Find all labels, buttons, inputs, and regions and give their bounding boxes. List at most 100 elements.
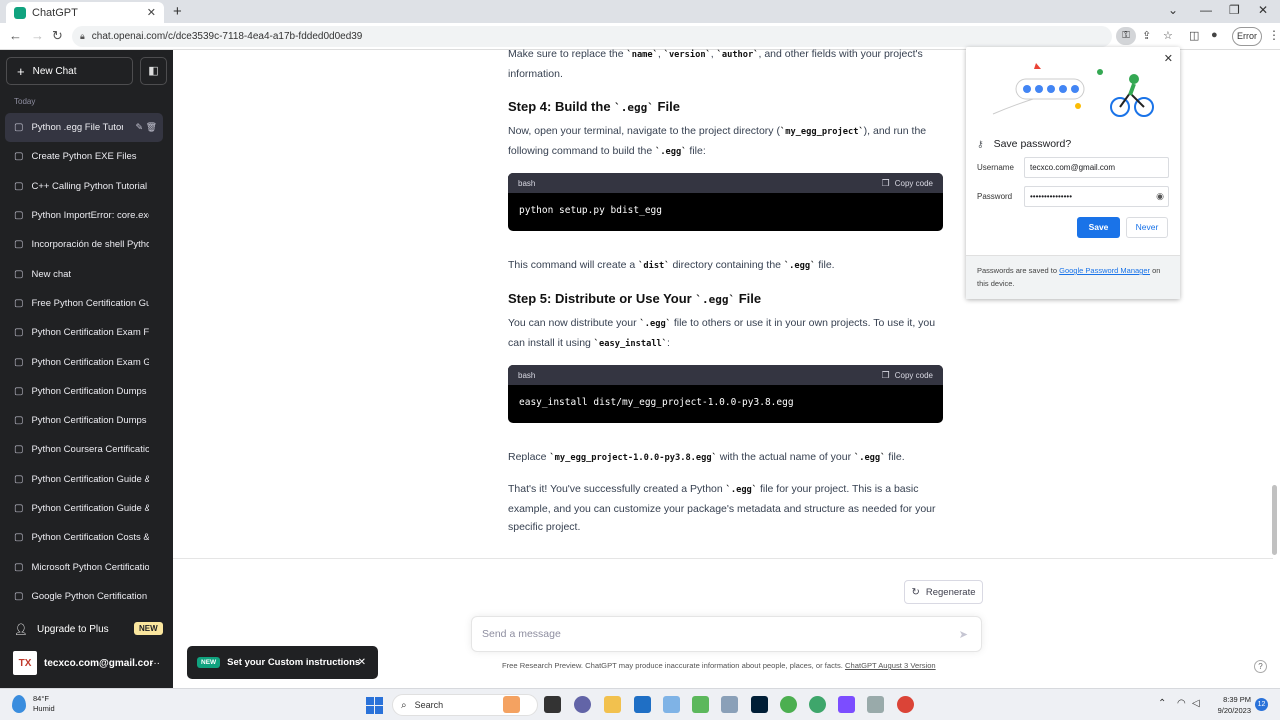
password-key-icon[interactable]: ⚿ [1116,27,1136,45]
sidebar-chat-item[interactable]: ▢ Create Python EXE Files [5,142,163,171]
inline-code: `dist` [638,261,670,271]
paragraph-conclusion: That's it! You've successfully created a… [508,480,948,537]
browser-tab[interactable]: ChatGPT ✕ [6,2,164,23]
help-icon[interactable]: ? [1254,660,1267,673]
version-link[interactable]: ChatGPT August 3 Version [845,661,936,670]
edit-delete-icons[interactable]: ✎ 🗑︎ [136,122,157,133]
photos-icon[interactable] [721,696,738,713]
forward-icon[interactable]: → [31,28,44,43]
sidebar-chat-item[interactable]: ▢ Python Certification Exam Fe [5,318,163,347]
paragraph-replace-fields: Make sure to replace the `name`, `versio… [508,45,948,83]
minimize-icon[interactable]: — [1200,3,1212,17]
avatar: TX [13,651,37,675]
sidebar-chat-item[interactable]: ▢ Python Certification Guide & [5,494,163,523]
copy-code-button[interactable]: ❐ Copy code [882,370,933,381]
window-close-icon[interactable]: ✕ [1258,3,1268,17]
password-illustration [992,63,1154,117]
text: with the actual name of your [716,451,854,463]
username-field[interactable]: tecxco.com@gmail.com [1024,157,1169,178]
wifi-icon[interactable]: ◠ [1177,698,1186,709]
scrollbar-thumb[interactable] [1272,485,1277,555]
message-input[interactable]: Send a message ➤ [471,616,982,652]
photoshop-icon[interactable] [751,696,768,713]
volume-icon[interactable]: ◁ [1192,698,1200,709]
text: Step 5: Distribute or Use Your [508,291,696,306]
file-explorer-icon[interactable] [604,696,621,713]
save-password-popup: ✕ ⚷ Save password? Username tecxco.com@g… [966,47,1180,299]
regenerate-button[interactable]: ↻ Regenerate [904,580,983,604]
chrome-profile-icon[interactable] [809,696,826,713]
weather-widget[interactable]: 84°F Humid [12,694,55,714]
profile-icon[interactable]: ● [1211,29,1218,41]
password-manager-link[interactable]: Google Password Manager [1059,266,1150,275]
show-password-icon[interactable]: ◉ [1156,191,1164,202]
plus-icon: + [17,63,25,79]
more-options-icon[interactable]: ··· [150,658,160,669]
back-icon[interactable]: ← [9,28,22,43]
sidebar-chat-item[interactable]: ▢ New chat [5,259,163,288]
sidebar-chat-item[interactable]: ▢ Python Certification Dumps T [5,377,163,406]
sidebar-chat-item[interactable]: ▢ Incorporación de shell Pytho [5,230,163,259]
new-badge: NEW [197,657,221,668]
sidebar-chat-item[interactable]: ▢ Python Certification Exam Gu [5,347,163,376]
tab-search-icon[interactable]: ⌄ [1168,3,1178,17]
sidebar-chat-item[interactable]: ▢ Free Python Certification Gu [5,289,163,318]
save-button[interactable]: Save [1077,217,1120,238]
sidepanel-icon[interactable]: ◫ [1189,29,1199,42]
scrollbar[interactable] [1272,55,1277,555]
text: File [735,291,762,306]
app-icon[interactable] [663,696,680,713]
user-account-row[interactable]: TX tecxco.com@gmail.cor ··· [0,648,173,678]
system-clock[interactable]: 8:39 PM 9/20/2023 [1211,694,1251,716]
sidebar-chat-item[interactable]: ▢ Microsoft Python Certificatio [5,552,163,581]
inline-code: `.egg` [695,293,736,306]
text: Step 4: Build the [508,99,615,114]
browser-menu-icon[interactable]: ⋮ [1268,28,1280,42]
sidebar-chat-item[interactable]: ▢ Python .egg File Tutori ✎ 🗑︎ [5,113,163,143]
sidebar-chat-item[interactable]: ▢ Python Certification Dumps [5,406,163,435]
password-field[interactable]: ••••••••••••••• ◉ [1024,186,1169,207]
paragraph-build-instructions: Now, open your terminal, navigate to the… [508,122,948,161]
reload-icon[interactable]: ↻ [52,28,63,44]
tray-chevron-icon[interactable]: ⌃ [1158,698,1166,709]
bookmark-star-icon[interactable]: ☆ [1163,29,1173,42]
start-button-icon[interactable] [366,697,383,714]
sidebar-chat-item[interactable]: ▢ Python Certification Guide & [5,465,163,494]
sidebar-chat-item[interactable]: ▢ Python ImportError: core.exc [5,201,163,230]
maximize-icon[interactable]: ❐ [1229,3,1240,17]
send-icon[interactable]: ➤ [959,628,968,641]
new-chat-button[interactable]: + New Chat [6,57,133,85]
task-view-icon[interactable] [544,696,561,713]
message-placeholder: Send a message [482,628,561,640]
error-button[interactable]: Error [1232,27,1262,46]
notepad-icon[interactable] [692,696,709,713]
copy-code-button[interactable]: ❐ Copy code [882,178,933,189]
chrome-active-icon[interactable] [897,696,914,713]
sidebar-toggle-icon[interactable]: ◧ [140,57,167,85]
new-tab-button[interactable]: + [173,3,182,20]
sidebar-chat-label: Python .egg File Tutori [31,122,124,134]
sidebar-chat-item[interactable]: ▢ Google Python Certification [5,582,163,611]
close-icon[interactable]: ✕ [1164,52,1173,65]
widget-icon[interactable] [503,696,520,713]
toast-close-icon[interactable]: ✕ [358,657,366,668]
app-icon-2[interactable] [867,696,884,713]
share-icon[interactable]: ⇪ [1142,29,1151,42]
sidebar-chat-item[interactable]: ▢ Python Coursera Certification [5,435,163,464]
vpn-icon[interactable] [838,696,855,713]
custom-instructions-toast[interactable]: NEW Set your Custom instructions ✕ [187,646,378,679]
sidebar-chat-label: Incorporación de shell Pytho [31,239,150,251]
url-field[interactable]: 🔒︎ chat.openai.com/c/dce3539c-7118-4ea4-… [72,26,1112,47]
chat-bubble-icon: ▢ [14,210,24,222]
text: Now, open your terminal, navigate to the… [508,125,780,137]
notification-badge[interactable]: 12 [1255,698,1268,711]
lock-icon: 🔒︎ [80,31,85,41]
sidebar-chat-item[interactable]: ▢ Python Certification Costs & [5,523,163,552]
never-button[interactable]: Never [1126,217,1168,238]
store-icon[interactable] [634,696,651,713]
upgrade-to-plus-button[interactable]: 👤︎ Upgrade to Plus NEW [0,615,173,643]
tab-close-icon[interactable]: ✕ [147,6,156,19]
sidebar-chat-item[interactable]: ▢ C++ Calling Python Tutorial [5,172,163,201]
chrome-icon[interactable] [780,696,797,713]
chat-app-icon[interactable] [574,696,591,713]
